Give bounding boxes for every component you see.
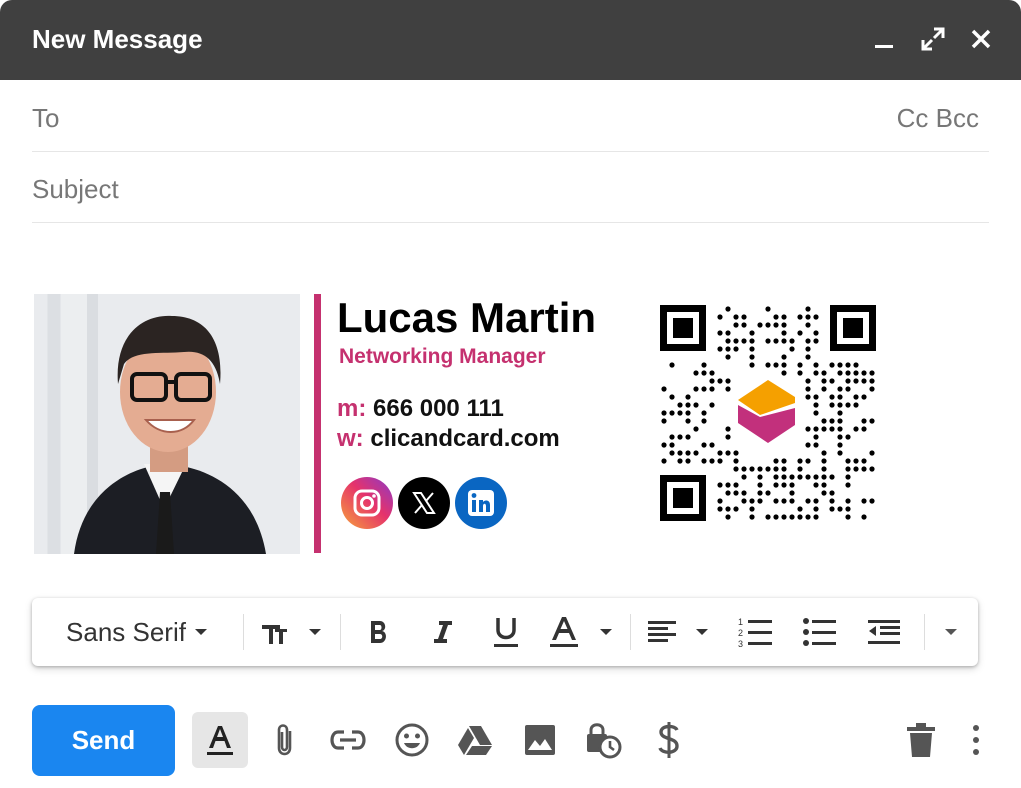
phone-key: m: [337, 395, 367, 422]
minimize-icon[interactable] [869, 24, 899, 54]
italic-icon[interactable] [415, 598, 471, 666]
web-key: w: [337, 425, 364, 452]
to-label: To [32, 103, 60, 133]
web-value[interactable]: clicandcard.com [370, 425, 559, 452]
signature-role: Networking Manager [339, 345, 546, 368]
formatting-toolbar: Sans Serif 123 [32, 598, 978, 666]
underline-icon[interactable] [478, 598, 534, 666]
compose-header: New Message [0, 0, 1021, 80]
font-family-select[interactable]: Sans Serif [46, 598, 236, 666]
x-icon[interactable] [398, 477, 450, 529]
cc-bcc-link[interactable]: Cc Bcc [897, 103, 979, 134]
indent-less-icon[interactable] [856, 598, 912, 666]
more-options-icon[interactable] [950, 712, 1002, 768]
expand-icon[interactable] [918, 24, 948, 54]
text-color-icon[interactable] [544, 598, 620, 666]
link-icon[interactable] [320, 712, 376, 768]
attach-icon[interactable] [257, 712, 313, 768]
photo-icon[interactable] [512, 712, 568, 768]
trash-icon[interactable] [893, 712, 949, 768]
drive-icon[interactable] [447, 712, 503, 768]
text-size-icon[interactable] [254, 598, 330, 666]
align-icon[interactable] [642, 598, 718, 666]
bulleted-list-icon[interactable] [792, 598, 848, 666]
subject-field[interactable]: Subject [32, 152, 989, 223]
dollar-icon[interactable] [641, 712, 697, 768]
svg-text:1: 1 [738, 617, 743, 627]
instagram-icon[interactable] [341, 477, 393, 529]
confidential-mode-icon[interactable] [575, 712, 631, 768]
numbered-list-icon[interactable]: 123 [728, 598, 784, 666]
bold-icon[interactable] [350, 598, 406, 666]
svg-text:3: 3 [738, 639, 743, 649]
send-button[interactable]: Send [32, 705, 175, 776]
signature-web-line: w: clicandcard.com [337, 425, 560, 453]
emoji-icon[interactable] [384, 712, 440, 768]
chevron-down-icon [194, 629, 207, 635]
close-icon[interactable] [966, 24, 996, 54]
signature-accent-bar [314, 294, 321, 553]
phone-value: 666 000 111 [373, 395, 504, 422]
signature-phone-line: m: 666 000 111 [337, 395, 504, 423]
profile-photo [34, 294, 300, 554]
to-field[interactable]: To Cc Bcc [32, 81, 989, 152]
linkedin-icon[interactable] [455, 477, 507, 529]
window-title: New Message [32, 24, 203, 54]
formatting-options-icon[interactable] [192, 712, 248, 768]
signature-name: Lucas Martin [337, 294, 597, 341]
subject-label: Subject [32, 174, 119, 204]
qr-code [660, 305, 876, 521]
font-family-label: Sans Serif [66, 616, 186, 647]
more-formatting-icon[interactable] [930, 598, 972, 666]
svg-text:2: 2 [738, 628, 743, 638]
